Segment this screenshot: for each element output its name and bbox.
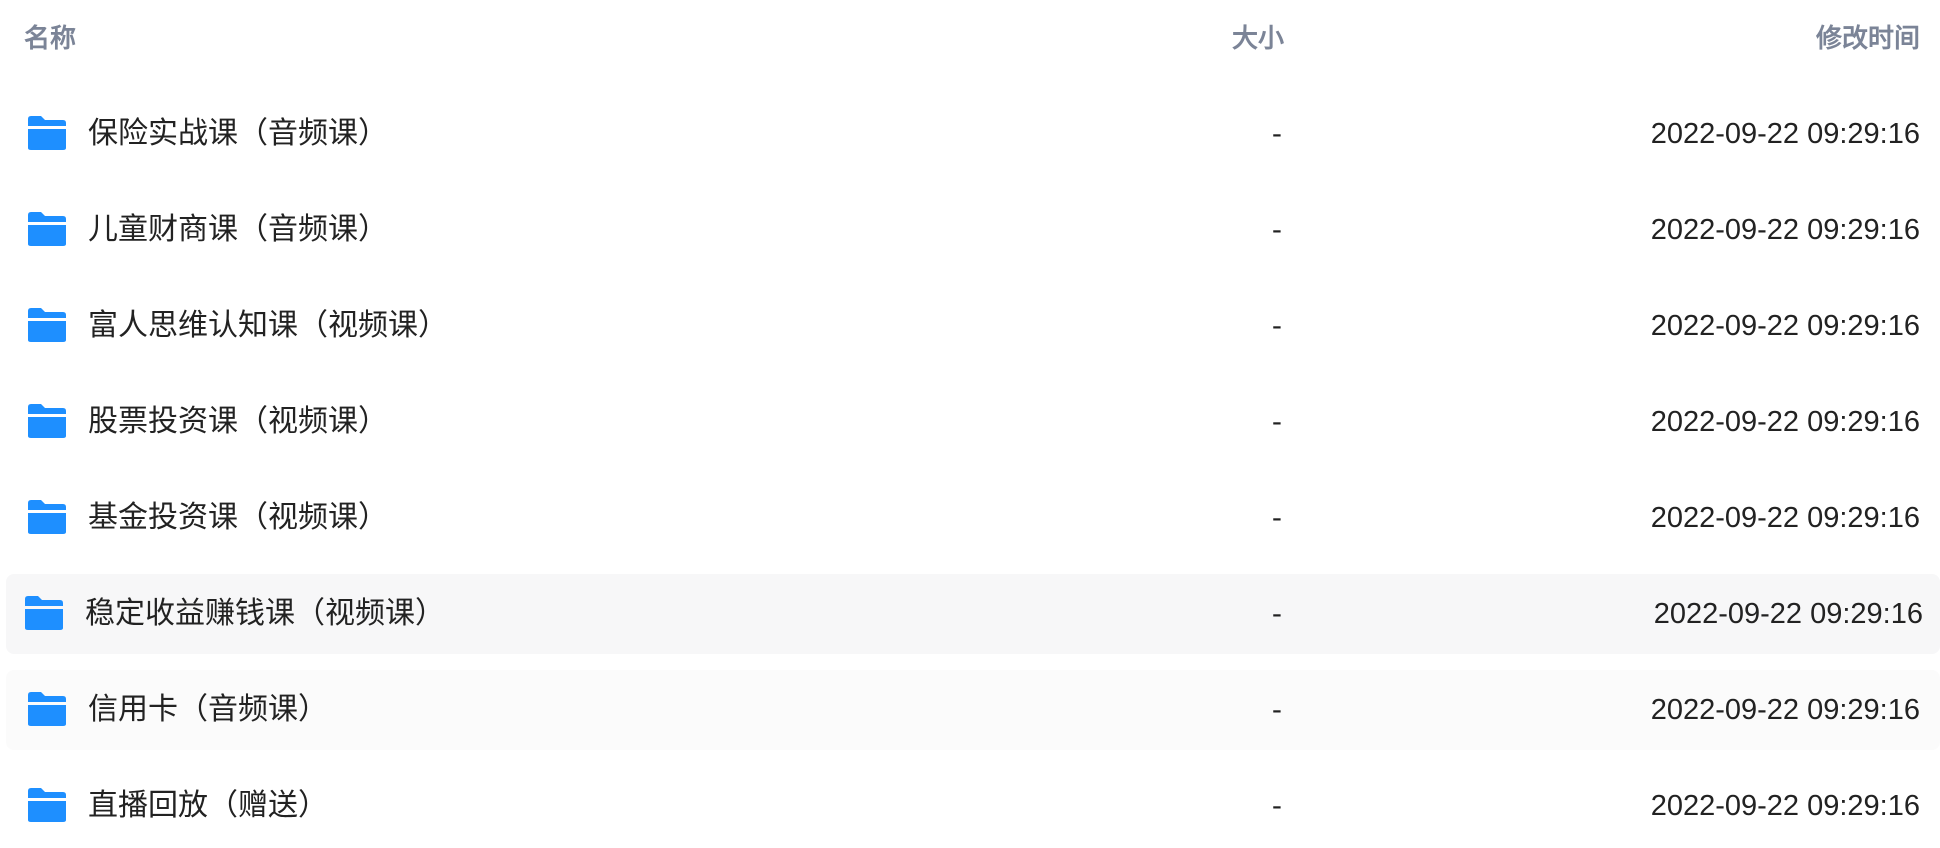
file-size: - — [1271, 117, 1282, 150]
folder-icon — [28, 116, 66, 150]
file-row[interactable]: 稳定收益赚钱课（视频课） - 2022-09-22 09:29:16 — [6, 574, 1940, 654]
file-list: 名称 大小 修改时间 保险实战课（音频课） - 2022-09-22 09:29… — [0, 0, 1940, 848]
folder-icon — [28, 212, 66, 246]
file-modified-time: 2022-09-22 09:29:16 — [1653, 598, 1923, 630]
file-name[interactable]: 保险实战课（音频课） — [88, 94, 388, 174]
column-header-size[interactable]: 大小 — [1232, 22, 1284, 56]
file-modified-time: 2022-09-22 09:29:16 — [1650, 310, 1920, 342]
file-modified-time: 2022-09-22 09:29:16 — [1650, 694, 1920, 726]
folder-icon — [28, 692, 66, 726]
file-name[interactable]: 信用卡（音频课） — [88, 670, 328, 750]
file-name[interactable]: 富人思维认知课（视频课） — [88, 286, 448, 366]
file-name[interactable]: 儿童财商课（音频课） — [88, 190, 388, 270]
file-row[interactable]: 信用卡（音频课） - 2022-09-22 09:29:16 — [6, 670, 1940, 750]
file-size: - — [1271, 693, 1282, 726]
file-row[interactable]: 基金投资课（视频课） - 2022-09-22 09:29:16 — [6, 478, 1940, 558]
file-size: - — [1271, 501, 1282, 534]
file-name[interactable]: 股票投资课（视频课） — [88, 382, 388, 462]
file-row[interactable]: 儿童财商课（音频课） - 2022-09-22 09:29:16 — [6, 190, 1940, 270]
file-size: - — [1271, 213, 1282, 246]
file-name[interactable]: 基金投资课（视频课） — [88, 478, 388, 558]
file-list-header: 名称 大小 修改时间 — [0, 0, 1940, 78]
file-row[interactable]: 富人思维认知课（视频课） - 2022-09-22 09:29:16 — [6, 286, 1940, 366]
file-modified-time: 2022-09-22 09:29:16 — [1650, 406, 1920, 438]
folder-icon — [25, 596, 63, 630]
file-size: - — [1271, 789, 1282, 822]
file-name[interactable]: 稳定收益赚钱课（视频课） — [85, 574, 445, 654]
file-size: - — [1271, 309, 1282, 342]
file-modified-time: 2022-09-22 09:29:16 — [1650, 118, 1920, 150]
folder-icon — [28, 404, 66, 438]
file-row[interactable]: 直播回放（赠送） - 2022-09-22 09:29:16 — [6, 766, 1940, 846]
folder-icon — [28, 500, 66, 534]
file-row[interactable]: 保险实战课（音频课） - 2022-09-22 09:29:16 — [6, 94, 1940, 174]
file-row[interactable]: 股票投资课（视频课） - 2022-09-22 09:29:16 — [6, 382, 1940, 462]
file-size: - — [1271, 597, 1282, 630]
file-name[interactable]: 直播回放（赠送） — [88, 766, 328, 846]
file-size: - — [1271, 405, 1282, 438]
file-modified-time: 2022-09-22 09:29:16 — [1650, 790, 1920, 822]
column-header-modified[interactable]: 修改时间 — [1816, 22, 1920, 56]
folder-icon — [28, 788, 66, 822]
file-modified-time: 2022-09-22 09:29:16 — [1650, 502, 1920, 534]
column-header-name[interactable]: 名称 — [24, 22, 76, 56]
folder-icon — [28, 308, 66, 342]
file-modified-time: 2022-09-22 09:29:16 — [1650, 214, 1920, 246]
